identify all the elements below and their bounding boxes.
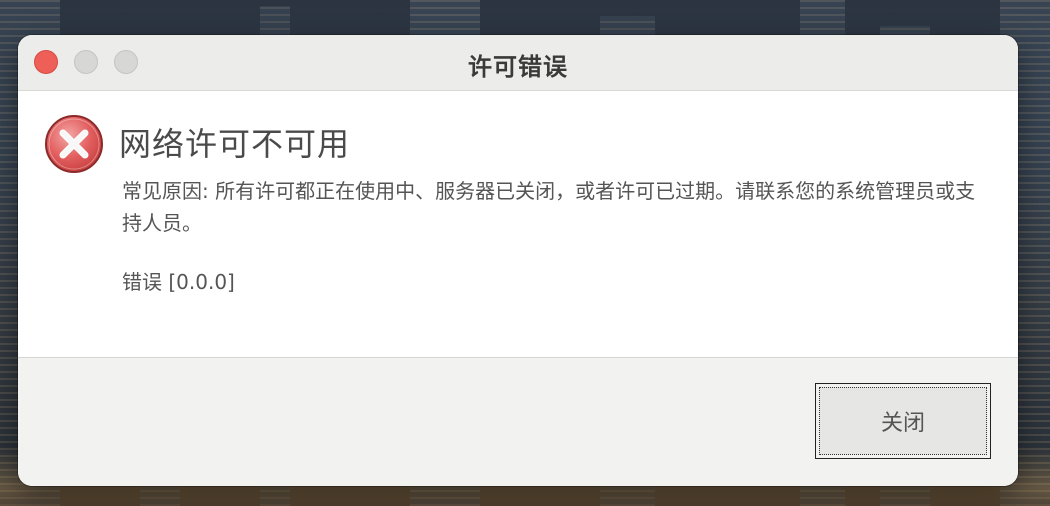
dialog-content: 网络许可不可用 常见原因: 所有许可都正在使用中、服务器已关闭，或者许可已过期。… xyxy=(18,91,1018,358)
error-message: 常见原因: 所有许可都正在使用中、服务器已关闭，或者许可已过期。请联系您的系统管… xyxy=(122,179,976,235)
error-code: 错误 [0.0.0] xyxy=(122,270,235,294)
title-bar: 许可错误 xyxy=(18,35,1018,91)
error-x-icon xyxy=(45,115,103,173)
close-button-label: 关闭 xyxy=(819,387,987,455)
dialog-footer: 关闭 xyxy=(18,358,1018,486)
license-error-dialog: 许可错误 网络许可不可用 常见原因: 所有许可都正在使用中、服务器已关闭，或者许… xyxy=(18,35,1018,486)
close-button[interactable]: 关闭 xyxy=(815,383,991,459)
error-heading: 网络许可不可用 xyxy=(119,125,351,163)
window-title: 许可错误 xyxy=(468,53,568,81)
